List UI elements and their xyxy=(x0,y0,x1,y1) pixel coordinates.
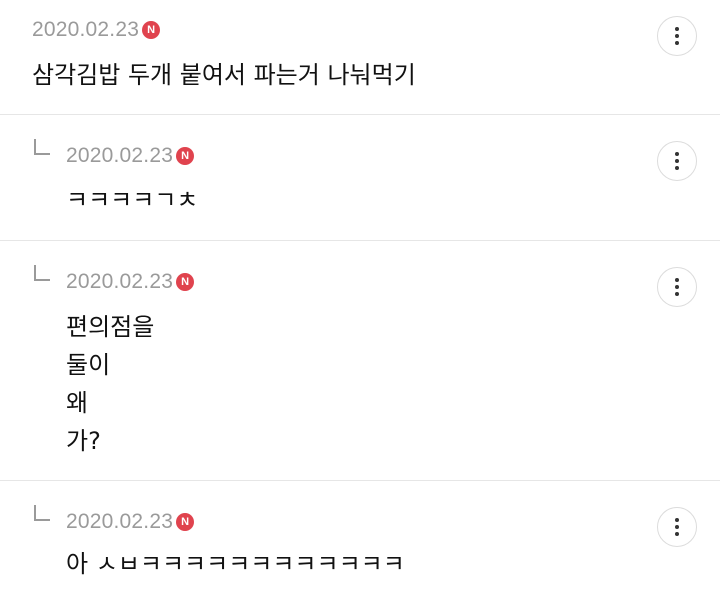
more-vertical-icon-dot xyxy=(675,41,679,45)
more-options-button[interactable] xyxy=(657,507,697,547)
reply-item: 2020.02.23 N 편의점을 둘이 왜 가? xyxy=(0,241,720,480)
comment-item: 2020.02.23 N 삼각김밥 두개 붙여서 파는거 나눠먹기 xyxy=(0,0,720,114)
reply-arrow-icon xyxy=(34,265,50,281)
reply-item: 2020.02.23 N ㅋㅋㅋㅋㄱㅊ xyxy=(0,115,720,240)
comment-date: 2020.02.23 xyxy=(66,270,174,293)
new-badge-icon: N xyxy=(176,273,195,291)
reply-arrow-icon xyxy=(34,505,50,521)
comment-meta: 2020.02.23 N xyxy=(66,508,195,536)
comment-date: 2020.02.23 xyxy=(32,18,140,41)
new-badge-icon: N xyxy=(142,21,161,39)
more-options-button[interactable] xyxy=(657,141,697,181)
comment-date: 2020.02.23 xyxy=(66,144,174,167)
more-options-button[interactable] xyxy=(657,267,697,307)
reply-arrow-icon xyxy=(34,139,50,155)
more-vertical-icon xyxy=(675,278,679,282)
comment-text: 편의점을 둘이 왜 가? xyxy=(66,313,155,455)
more-vertical-icon-dot xyxy=(675,159,679,163)
more-vertical-icon-dot xyxy=(675,34,679,38)
comment-text: 아 ㅅㅂㅋㅋㅋㅋㅋㅋㅋㅋㅋㅋㅋㅋ xyxy=(66,550,405,578)
new-badge-icon: N xyxy=(176,513,195,531)
more-vertical-icon-dot xyxy=(675,285,679,289)
more-vertical-icon-dot xyxy=(675,525,679,529)
comment-date: 2020.02.23 xyxy=(66,510,174,533)
more-vertical-icon xyxy=(675,518,679,522)
new-badge-icon: N xyxy=(176,147,195,165)
more-vertical-icon xyxy=(675,27,679,31)
more-vertical-icon-dot xyxy=(675,166,679,170)
more-options-button[interactable] xyxy=(657,16,697,56)
comment-text: 삼각김밥 두개 붙여서 파는거 나눠먹기 xyxy=(32,61,416,89)
more-vertical-icon-dot xyxy=(675,292,679,296)
comment-meta: 2020.02.23 N xyxy=(66,268,195,296)
comment-text: ㅋㅋㅋㅋㄱㅊ xyxy=(66,186,199,214)
more-vertical-icon xyxy=(675,152,679,156)
comment-meta: 2020.02.23 N xyxy=(66,142,195,170)
reply-item: 2020.02.23 N 아 ㅅㅂㅋㅋㅋㅋㅋㅋㅋㅋㅋㅋㅋㅋ xyxy=(0,481,720,603)
comment-meta: 2020.02.23 N xyxy=(32,16,161,44)
more-vertical-icon-dot xyxy=(675,532,679,536)
